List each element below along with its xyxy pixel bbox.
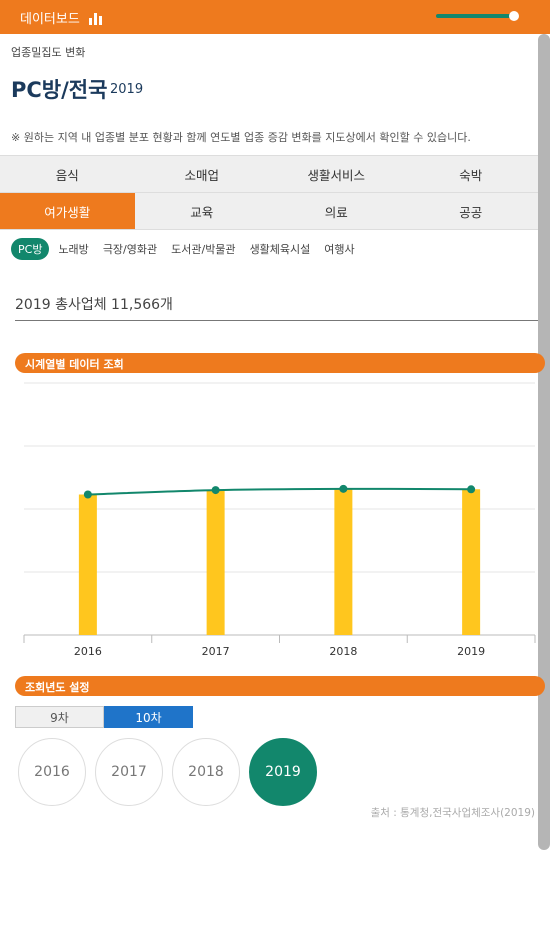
toggle-knob[interactable]	[509, 11, 519, 21]
notice-text: ※ 원하는 지역 내 업종별 분포 현황과 함께 연도별 업종 증감 변화를 지…	[11, 131, 471, 144]
app-title[interactable]: 데이터보드	[20, 8, 80, 27]
year-2017-button[interactable]: 2017	[95, 738, 163, 806]
year-2016-button[interactable]: 2016	[18, 738, 86, 806]
tab-medical[interactable]: 의료	[269, 193, 404, 229]
trend-point	[211, 486, 220, 495]
year-selector: 2016 2017 2018 2019	[18, 738, 326, 806]
page-year: 2019	[110, 82, 144, 97]
chip-pc-bang[interactable]: PC방	[11, 238, 50, 260]
trend-point	[339, 484, 348, 493]
x-tick-label: 2019	[457, 645, 485, 658]
year-setting-section-title: 조회년도 설정	[25, 681, 90, 694]
chip-library-museum[interactable]: 도서관/박물관	[171, 241, 235, 257]
source-note: 출처 : 통계청,전국사업체조사(2019)	[370, 807, 535, 819]
tab-retail[interactable]: 소매업	[135, 156, 270, 192]
timeseries-chart: 2016 2017 2018 2019	[23, 382, 536, 658]
year-2019-button[interactable]: 2019	[249, 738, 317, 806]
tab-lodging[interactable]: 숙박	[404, 156, 539, 192]
chart-bar	[78, 494, 97, 635]
category-tabs-row-2: 여가생활 교육 의료 공공	[0, 192, 538, 230]
tab-public[interactable]: 공공	[404, 193, 539, 229]
x-tick-label: 2017	[202, 645, 230, 658]
chart-bar	[206, 490, 225, 635]
timeseries-section-title: 시계열별 데이터 조회	[25, 358, 124, 371]
trend-point	[467, 485, 476, 494]
chip-karaoke[interactable]: 노래방	[58, 241, 88, 257]
year-2018-button[interactable]: 2018	[172, 738, 240, 806]
tab-education[interactable]: 교육	[135, 193, 270, 229]
trend-line	[87, 487, 472, 496]
sub-category-list: PC방 노래방 극장/영화관 도서관/박물관 생활체육시설 여행사	[11, 238, 369, 260]
x-tick-label: 2018	[329, 645, 357, 658]
scrollbar[interactable]	[538, 34, 550, 850]
chart-bar	[462, 489, 481, 635]
generation-10-button[interactable]: 10차	[104, 706, 193, 728]
total-businesses: 2019 총사업체 11,566개	[15, 297, 173, 313]
generation-9-button[interactable]: 9차	[15, 706, 104, 728]
divider	[15, 320, 538, 321]
tab-leisure[interactable]: 여가생활	[0, 193, 135, 229]
generation-toggle: 9차 10차	[15, 706, 193, 728]
trend-point	[83, 490, 92, 499]
chip-sports-facility[interactable]: 생활체육시설	[250, 241, 311, 257]
chart-bar	[334, 488, 353, 635]
tab-living-service[interactable]: 생활서비스	[269, 156, 404, 192]
year-setting-section-header: 조회년도 설정	[15, 676, 545, 696]
x-tick-label: 2016	[74, 645, 102, 658]
chip-theater[interactable]: 극장/영화관	[103, 241, 157, 257]
breadcrumb: 업종밀집도 변화	[11, 46, 86, 59]
tab-food[interactable]: 음식	[0, 156, 135, 192]
app-header: 데이터보드	[0, 0, 550, 34]
bar-chart-icon[interactable]	[89, 10, 103, 29]
toggle-track[interactable]	[436, 14, 514, 18]
timeseries-section-header: 시계열별 데이터 조회	[15, 353, 545, 373]
chip-travel-agency[interactable]: 여행사	[324, 241, 354, 257]
category-tabs-row-1: 음식 소매업 생활서비스 숙박	[0, 155, 538, 192]
page-title: PC방/전국	[11, 78, 108, 102]
